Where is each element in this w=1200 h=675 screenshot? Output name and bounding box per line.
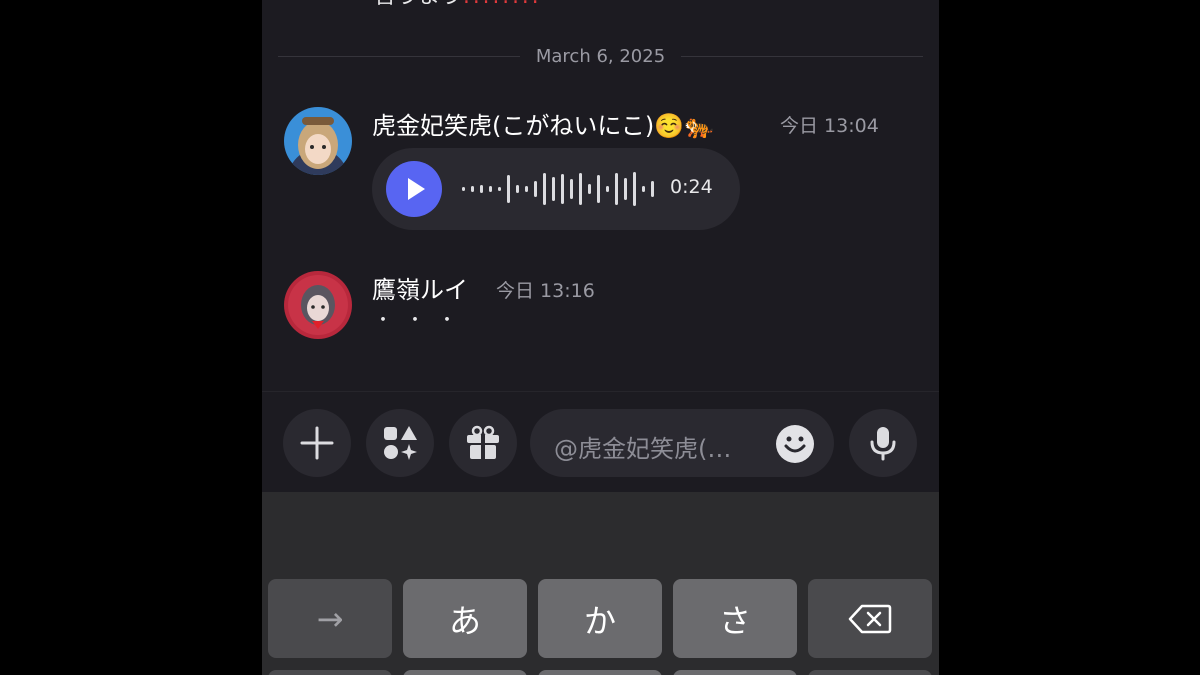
message-author[interactable]: 虎金妃笑虎(こがねいにこ)☺️🐅 <box>372 106 714 141</box>
emoji-icon <box>784 436 806 453</box>
waveform[interactable] <box>462 169 662 209</box>
voice-record-button[interactable] <box>849 409 917 477</box>
key-row-2[interactable] <box>403 670 527 675</box>
message-content: ・・・ <box>374 310 470 331</box>
key-row-2[interactable] <box>673 670 797 675</box>
divider-line-left <box>278 55 520 57</box>
previous-message-exclamations: !!!!!!!! <box>462 0 541 9</box>
key-row-2[interactable] <box>808 670 932 675</box>
apps-button[interactable] <box>366 409 434 477</box>
avatar-user-1[interactable] <box>284 107 352 175</box>
emoji-button[interactable] <box>776 425 814 463</box>
key-row-2[interactable] <box>268 670 392 675</box>
date-divider-label: March 6, 2025 <box>535 45 666 67</box>
gift-button[interactable] <box>449 409 517 477</box>
key-sa[interactable]: さ <box>673 579 797 658</box>
gift-icon <box>467 425 499 459</box>
voice-duration: 0:24 <box>670 176 713 198</box>
key-delete[interactable] <box>808 579 932 658</box>
message-author[interactable]: 鷹嶺ルイ <box>372 270 468 305</box>
backspace-icon <box>848 604 892 633</box>
play-button[interactable] <box>386 161 442 217</box>
message-timestamp: 今日 13:16 <box>496 280 595 302</box>
key-a[interactable]: あ <box>403 579 527 658</box>
play-icon <box>408 178 425 200</box>
key-row-2[interactable] <box>538 670 662 675</box>
message-timestamp: 今日 13:04 <box>780 115 879 137</box>
message-input-placeholder: @虎金妃笑虎(… <box>554 435 732 463</box>
date-divider: March 6, 2025 <box>278 44 924 68</box>
attach-button[interactable] <box>283 409 351 477</box>
previous-message: 言うまう!!!!!!!! <box>374 0 541 10</box>
key-next[interactable]: → <box>268 579 392 658</box>
voice-message: 0:24 <box>372 148 740 230</box>
message-composer: @虎金妃笑虎(… <box>262 391 939 492</box>
microphone-icon <box>870 427 896 461</box>
message-input[interactable]: @虎金妃笑虎(… <box>530 409 834 477</box>
divider-line-right <box>681 55 924 57</box>
plus-icon <box>300 426 334 460</box>
avatar-user-2[interactable] <box>284 271 352 339</box>
keyboard: → あ か さ <box>262 492 939 675</box>
chat-screen: 言うまう!!!!!!!! March 6, 2025 虎金妃笑虎(こがねいにこ)… <box>262 0 939 675</box>
previous-message-text: 言うまう <box>374 0 462 9</box>
apps-icon <box>384 426 417 460</box>
key-ka[interactable]: か <box>538 579 662 658</box>
